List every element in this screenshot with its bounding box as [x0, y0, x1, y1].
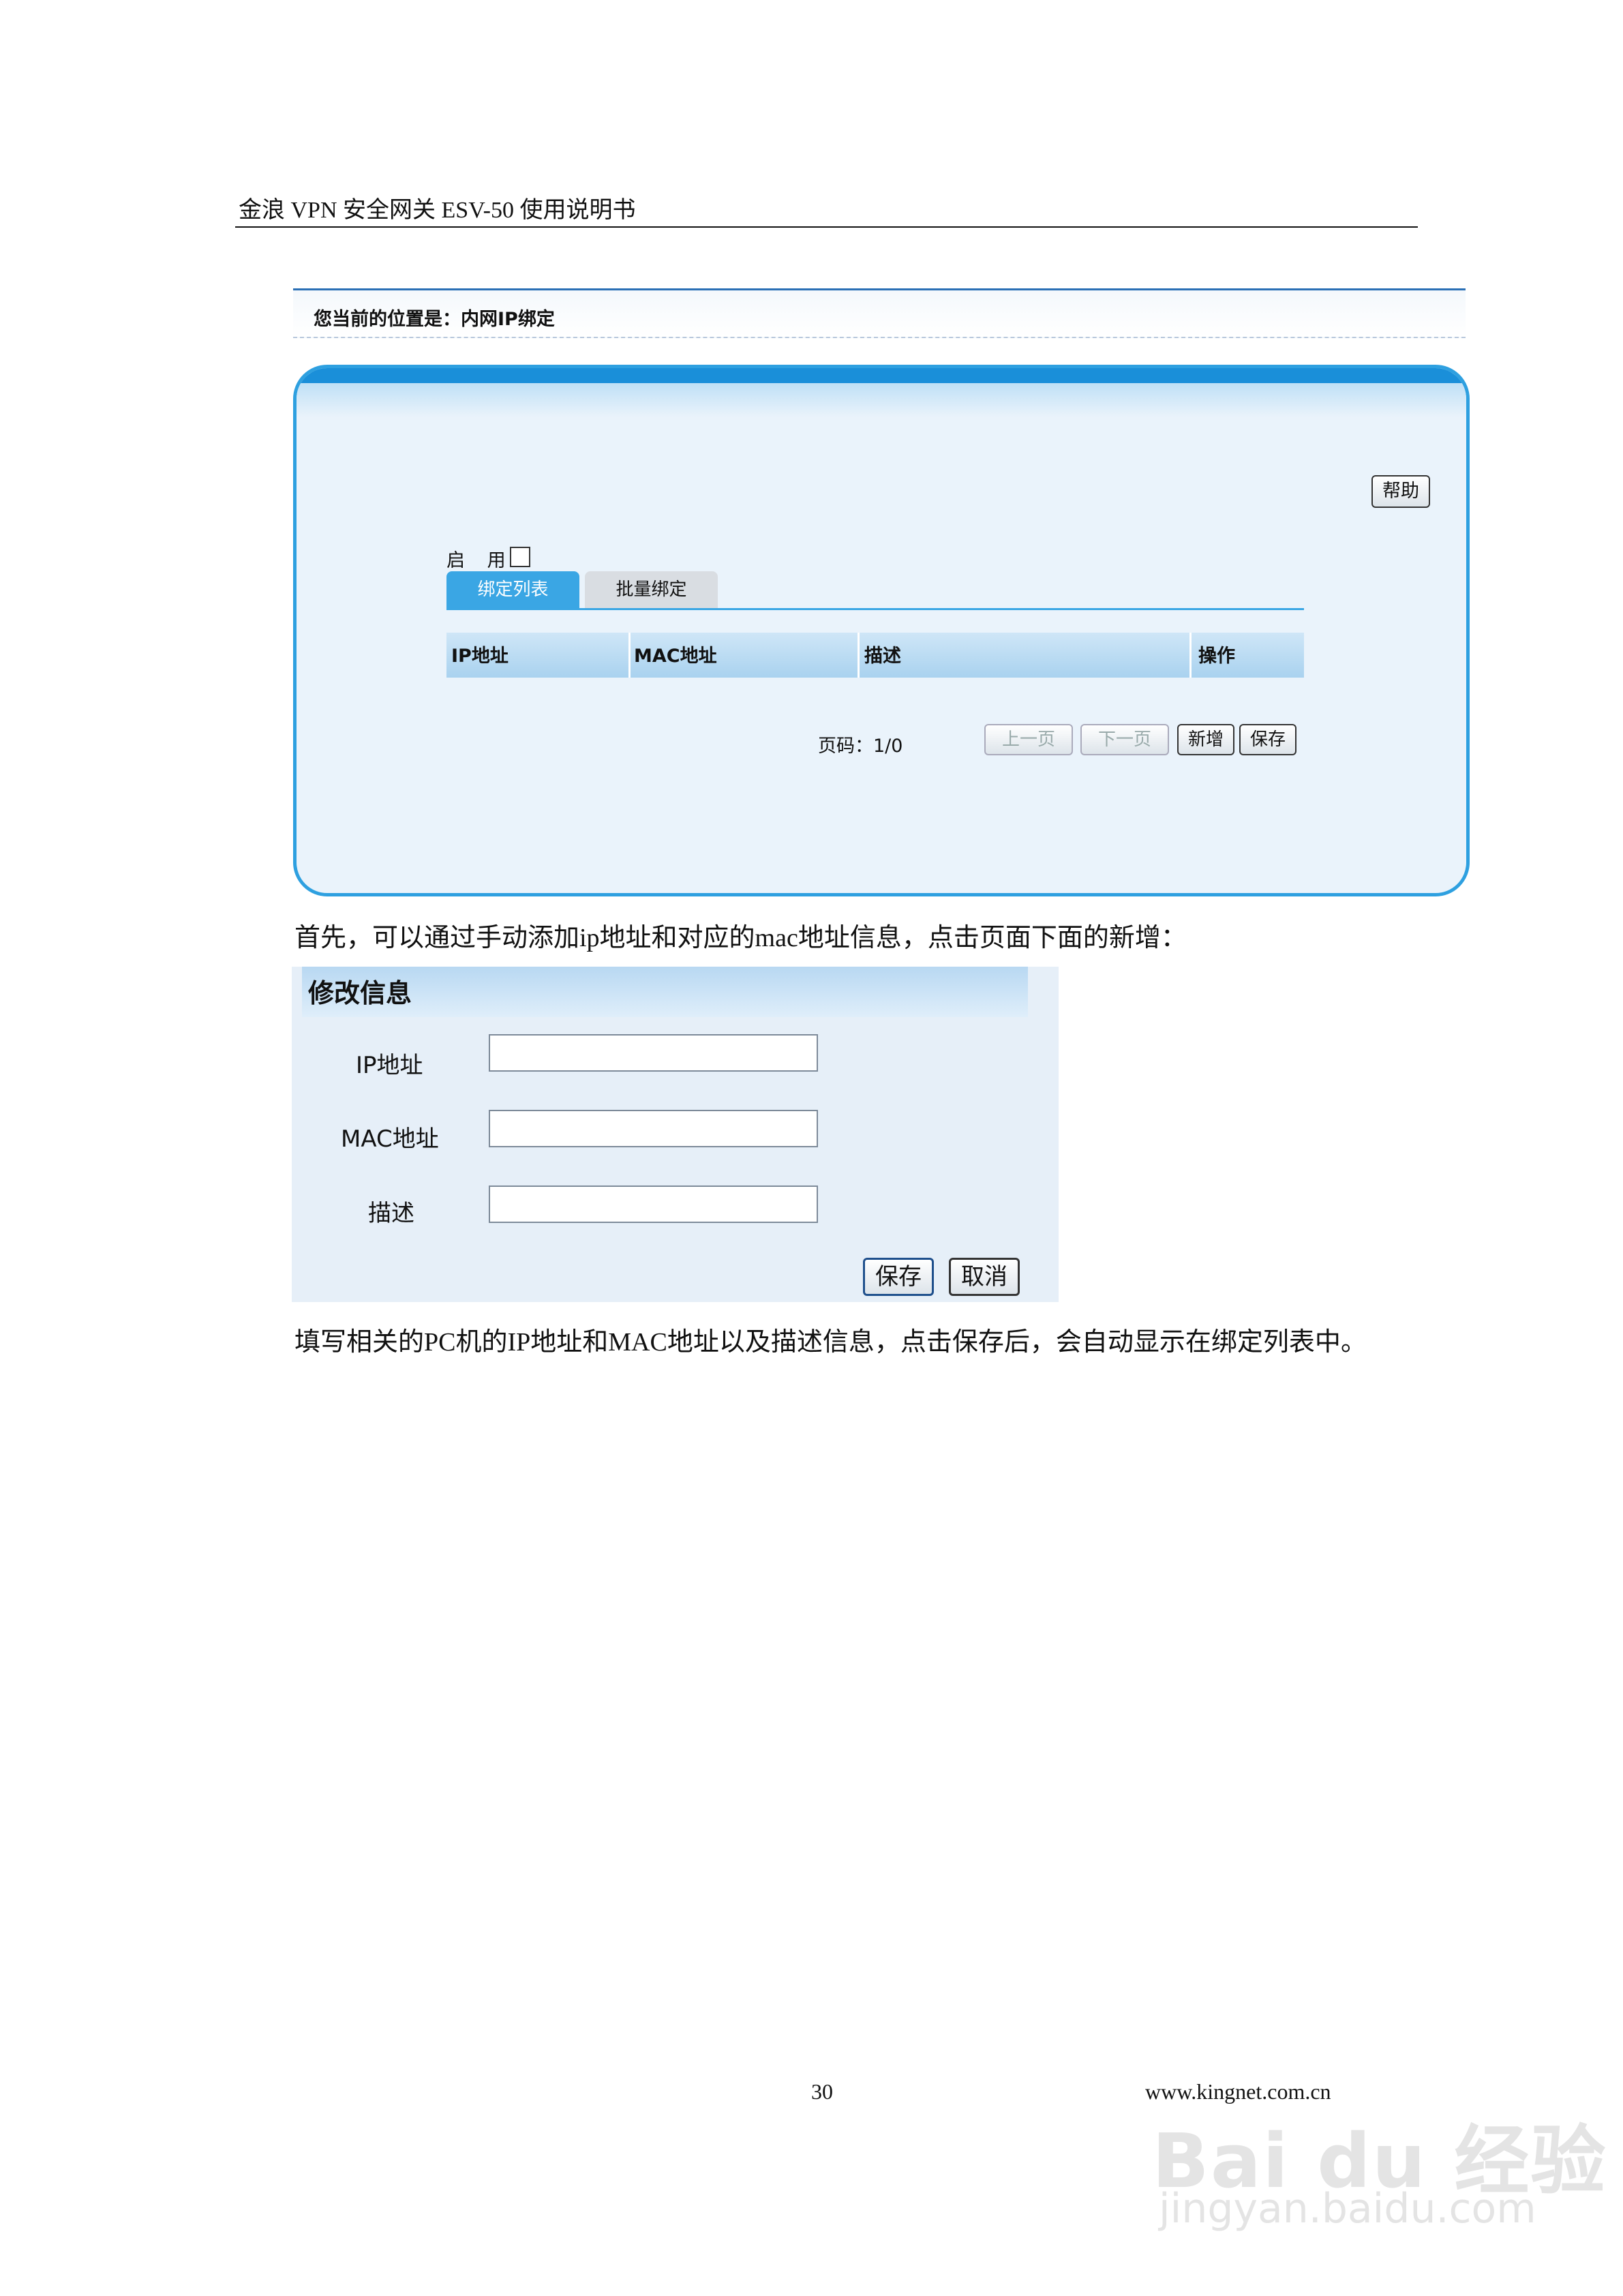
- tab-underline: [446, 608, 1304, 610]
- edit-dialog-title: 修改信息: [308, 978, 412, 1008]
- header-rule: [235, 226, 1418, 228]
- next-page-button[interactable]: 下一页: [1080, 724, 1169, 755]
- dialog-cancel-button[interactable]: 取消: [949, 1258, 1020, 1296]
- page-number: 30: [811, 2079, 833, 2104]
- document-header: 金浪 VPN 安全网关 ESV-50 使用说明书: [239, 198, 636, 223]
- column-separator: [1189, 633, 1192, 678]
- description-field-label: 描述: [368, 1200, 414, 1227]
- panel-top-band: [297, 368, 1466, 383]
- ip-field[interactable]: [489, 1034, 818, 1072]
- prev-page-button[interactable]: 上一页: [984, 724, 1073, 755]
- enable-label: 启 用: [446, 550, 514, 571]
- add-button[interactable]: 新增: [1177, 724, 1234, 755]
- column-header-action: 操作: [1198, 646, 1235, 667]
- panel-top-fade: [297, 383, 1466, 417]
- column-header-mac: MAC地址: [634, 646, 717, 667]
- description-field[interactable]: [489, 1185, 818, 1223]
- mac-field-label: MAC地址: [341, 1126, 439, 1153]
- page-indicator: 页码：1/0: [818, 736, 903, 757]
- mac-field[interactable]: [489, 1110, 818, 1147]
- ip-binding-panel: [293, 365, 1470, 896]
- baidu-watermark-url: jingyan.baidu.com: [1159, 2185, 1536, 2233]
- tab-binding-list[interactable]: 绑定列表: [446, 571, 579, 609]
- help-button[interactable]: 帮助: [1371, 475, 1430, 508]
- instruction-paragraph-1: 首先，可以通过手动添加ip地址和对应的mac地址信息，点击页面下面的新增：: [294, 924, 1187, 952]
- column-separator: [628, 633, 631, 678]
- column-header-description: 描述: [864, 646, 901, 667]
- tab-batch-binding[interactable]: 批量绑定: [585, 571, 718, 609]
- save-button[interactable]: 保存: [1239, 724, 1296, 755]
- ip-field-label: IP地址: [356, 1052, 423, 1079]
- dialog-save-button[interactable]: 保存: [863, 1258, 934, 1296]
- location-text: 您当前的位置是：内网IP绑定: [314, 309, 555, 330]
- instruction-paragraph-2: 填写相关的PC机的IP地址和MAC地址以及描述信息，点击保存后，会自动显示在绑定…: [294, 1328, 1367, 1357]
- enable-checkbox[interactable]: [510, 547, 530, 567]
- column-header-ip: IP地址: [451, 646, 509, 667]
- column-separator: [858, 633, 860, 678]
